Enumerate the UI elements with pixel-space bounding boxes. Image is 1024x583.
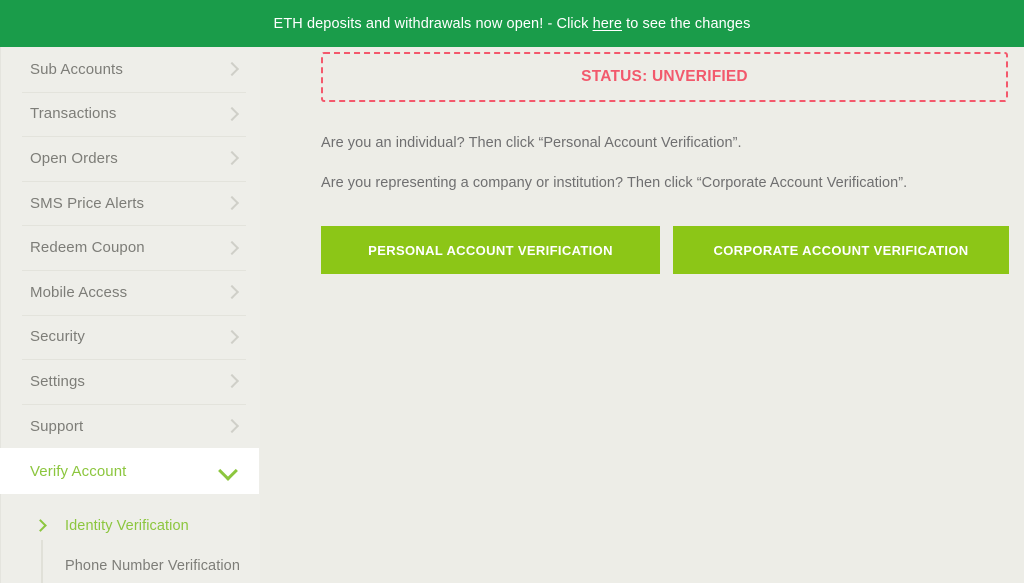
main-content: STATUS: UNVERIFIED Are you an individual…: [260, 47, 1024, 583]
chevron-right-icon: [226, 152, 238, 164]
sidebar-item-label: Sub Accounts: [30, 60, 123, 78]
sidebar-subitem-label: Identity Verification: [65, 518, 189, 535]
sidebar-subitem-phone-number-verification[interactable]: Phone Number Verification: [0, 546, 260, 583]
chevron-right-icon: [226, 197, 238, 209]
sidebar: Sub Accounts Transactions Open Orders SM…: [0, 47, 260, 583]
sidebar-item-label: Redeem Coupon: [30, 239, 145, 257]
sidebar-item-transactions[interactable]: Transactions: [0, 91, 260, 137]
announcement-banner: ETH deposits and withdrawals now open! -…: [0, 0, 1024, 47]
status-badge-label: STATUS: UNVERIFIED: [581, 68, 748, 85]
submenu-indent-spacer: [33, 559, 49, 573]
corporate-instruction-text: Are you representing a company or instit…: [321, 175, 908, 191]
sidebar-item-label: Verify Account: [30, 462, 127, 480]
sidebar-item-sub-accounts[interactable]: Sub Accounts: [0, 47, 260, 92]
sidebar-item-label: Support: [30, 417, 84, 435]
personal-account-verification-button[interactable]: PERSONAL ACCOUNT VERIFICATION: [321, 226, 660, 274]
announcement-text-after: to see the changes: [621, 15, 751, 32]
chevron-right-icon: [226, 331, 238, 343]
sidebar-item-mobile-access[interactable]: Mobile Access: [0, 269, 260, 315]
corporate-account-verification-button[interactable]: CORPORATE ACCOUNT VERIFICATION: [673, 226, 1009, 274]
chevron-right-icon: [226, 108, 238, 120]
individual-instruction-text: Are you an individual? Then click “Perso…: [321, 135, 742, 151]
sidebar-item-redeem-coupon[interactable]: Redeem Coupon: [0, 225, 260, 270]
chevron-right-icon: [33, 519, 49, 533]
sidebar-item-label: Open Orders: [30, 149, 118, 167]
sidebar-item-label: Security: [30, 328, 85, 346]
chevron-right-icon: [226, 63, 238, 75]
sidebar-item-settings[interactable]: Settings: [0, 359, 260, 404]
announcement-text: ETH deposits and withdrawals now open! -…: [274, 16, 751, 32]
sidebar-item-support[interactable]: Support: [0, 403, 260, 449]
chevron-right-icon: [226, 242, 238, 254]
announcement-link[interactable]: here: [593, 16, 622, 32]
sidebar-subitem-label: Phone Number Verification: [65, 558, 240, 575]
sidebar-item-label: Settings: [30, 372, 85, 390]
announcement-text-before: ETH deposits and withdrawals now open! -…: [273, 15, 593, 32]
sidebar-item-open-orders[interactable]: Open Orders: [0, 136, 260, 181]
chevron-right-icon: [226, 286, 238, 298]
chevron-down-icon[interactable]: [219, 464, 237, 478]
sidebar-subitem-identity-verification[interactable]: Identity Verification: [0, 506, 260, 546]
sidebar-item-label: Mobile Access: [30, 283, 128, 301]
sidebar-item-security[interactable]: Security: [0, 314, 260, 360]
sidebar-item-verify-account[interactable]: Verify Account: [0, 448, 259, 495]
sidebar-item-sms-price-alerts[interactable]: SMS Price Alerts: [0, 180, 260, 226]
chevron-right-icon: [226, 420, 238, 432]
sidebar-item-label: Transactions: [30, 105, 117, 123]
page-root: ETH deposits and withdrawals now open! -…: [0, 0, 1024, 583]
sidebar-item-label: SMS Price Alerts: [30, 194, 145, 212]
chevron-right-icon: [226, 375, 238, 387]
status-badge: STATUS: UNVERIFIED: [321, 52, 1008, 102]
sidebar-submenu-verify-account: Identity Verification Phone Number Verif…: [0, 494, 260, 583]
